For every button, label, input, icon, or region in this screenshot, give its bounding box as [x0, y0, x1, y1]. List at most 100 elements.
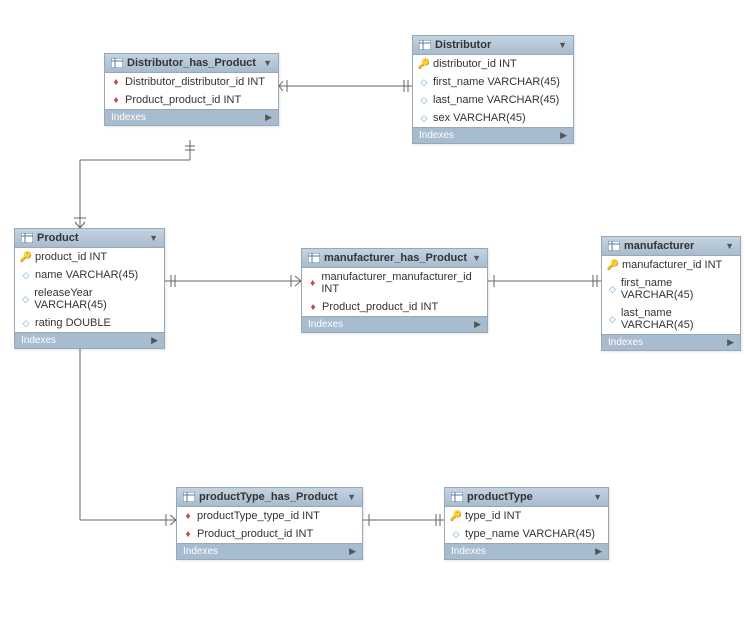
- column-row[interactable]: 🔑manufacturer_id INT: [602, 256, 740, 274]
- column-row[interactable]: ◇ last_name VARCHAR(45): [602, 304, 740, 334]
- fk-key-icon: ♦: [308, 278, 317, 289]
- chevron-right-icon[interactable]: ▶: [560, 130, 567, 141]
- column-row[interactable]: ♦ manufacturer_manufacturer_id INT: [302, 268, 487, 298]
- entity-header[interactable]: Distributor_has_Product ▼: [105, 54, 278, 73]
- entity-footer[interactable]: Indexes▶: [602, 334, 740, 350]
- column-icon: ◇: [608, 284, 617, 295]
- column-name: rating DOUBLE: [35, 317, 111, 329]
- column-row[interactable]: ◇ releaseYear VARCHAR(45): [15, 284, 164, 314]
- column-name: type_id INT: [465, 510, 521, 522]
- entity-columns: 🔑manufacturer_id INT ◇ first_name VARCHAR…: [602, 256, 740, 334]
- column-name: distributor_id INT: [433, 58, 517, 70]
- column-icon: ◇: [21, 294, 30, 305]
- entity-footer[interactable]: Indexes▶: [15, 332, 164, 348]
- entity-footer[interactable]: Indexes ▶: [302, 316, 487, 332]
- table-icon: [111, 58, 123, 68]
- entity-columns: 🔑distributor_id INT ◇ first_name VARCHAR(…: [413, 55, 573, 127]
- indexes-label: Indexes: [451, 546, 486, 557]
- column-row[interactable]: ◇ first_name VARCHAR(45): [602, 274, 740, 304]
- column-name: manufacturer_manufacturer_id INT: [321, 271, 481, 295]
- column-row[interactable]: ◇ first_name VARCHAR(45): [413, 73, 573, 91]
- chevron-down-icon[interactable]: ▼: [593, 492, 602, 502]
- entity-title: productType: [467, 491, 533, 503]
- chevron-right-icon[interactable]: ▶: [265, 112, 272, 123]
- entity-footer[interactable]: Indexes ▶: [445, 543, 608, 559]
- entity-header[interactable]: manufacturer_has_Product ▼: [302, 249, 487, 268]
- entity-header[interactable]: Product ▼: [15, 229, 164, 248]
- entity-header[interactable]: productType_has_Product ▼: [177, 488, 362, 507]
- column-name: Distributor_distributor_id INT: [125, 76, 265, 88]
- column-icon: ◇: [451, 529, 461, 540]
- fk-key-icon: ♦: [183, 511, 193, 522]
- entity-title: Distributor: [435, 39, 491, 51]
- table-icon: [308, 253, 320, 263]
- entity-title: Product: [37, 232, 79, 244]
- chevron-down-icon[interactable]: ▼: [263, 58, 272, 68]
- column-row[interactable]: 🔑distributor_id INT: [413, 55, 573, 73]
- indexes-label: Indexes: [419, 130, 454, 141]
- column-name: sex VARCHAR(45): [433, 112, 526, 124]
- table-icon: [183, 492, 195, 502]
- column-row[interactable]: ◇rating DOUBLE: [15, 314, 164, 332]
- chevron-right-icon[interactable]: ▶: [349, 546, 356, 557]
- column-name: releaseYear VARCHAR(45): [34, 287, 158, 311]
- entity-header[interactable]: manufacturer ▼: [602, 237, 740, 256]
- column-row[interactable]: ◇name VARCHAR(45): [15, 266, 164, 284]
- chevron-down-icon[interactable]: ▼: [725, 241, 734, 251]
- chevron-right-icon[interactable]: ▶: [474, 319, 481, 330]
- chevron-down-icon[interactable]: ▼: [472, 253, 481, 263]
- chevron-right-icon[interactable]: ▶: [595, 546, 602, 557]
- chevron-down-icon[interactable]: ▼: [558, 40, 567, 50]
- entity-manufacturer[interactable]: manufacturer ▼ 🔑manufacturer_id INT ◇ fir…: [601, 236, 741, 351]
- column-row[interactable]: 🔑 product_id INT: [15, 248, 164, 266]
- table-icon: [451, 492, 463, 502]
- column-name: name VARCHAR(45): [35, 269, 138, 281]
- entity-columns: ♦ Distributor_distributor_id INT ♦Product…: [105, 73, 278, 109]
- entity-title: manufacturer_has_Product: [324, 252, 467, 264]
- entity-producttype[interactable]: productType ▼ 🔑type_id INT ◇type_name VA…: [444, 487, 609, 560]
- entity-producttype-has-product[interactable]: productType_has_Product ▼ ♦ productType_t…: [176, 487, 363, 560]
- column-name: product_id INT: [35, 251, 107, 263]
- column-name: first_name VARCHAR(45): [621, 277, 734, 301]
- column-icon: ◇: [419, 77, 429, 88]
- entity-manufacturer-has-product[interactable]: manufacturer_has_Product ▼ ♦ manufacturer…: [301, 248, 488, 333]
- chevron-right-icon[interactable]: ▶: [727, 337, 734, 348]
- chevron-down-icon[interactable]: ▼: [347, 492, 356, 502]
- fk-key-icon: ♦: [111, 95, 121, 106]
- entity-columns: 🔑 product_id INT ◇name VARCHAR(45) ◇ relea…: [15, 248, 164, 332]
- column-row[interactable]: ◇type_name VARCHAR(45): [445, 525, 608, 543]
- entity-footer[interactable]: Indexes ▶: [413, 127, 573, 143]
- column-name: productType_type_id INT: [197, 510, 320, 522]
- entity-title: Distributor_has_Product: [127, 57, 256, 69]
- fk-key-icon: ♦: [183, 529, 193, 540]
- column-row[interactable]: ♦ Product_product_id INT: [177, 525, 362, 543]
- entity-distributor[interactable]: Distributor ▼ 🔑distributor_id INT ◇ first…: [412, 35, 574, 144]
- entity-product[interactable]: Product ▼ 🔑product_id INT ◇name VARCHAR(…: [14, 228, 165, 349]
- column-row[interactable]: ♦Product_product_id INT: [105, 91, 278, 109]
- chevron-right-icon[interactable]: ▶: [151, 335, 158, 346]
- column-name: last_name VARCHAR(45): [621, 307, 734, 331]
- entity-columns: 🔑type_id INT ◇type_name VARCHAR(45): [445, 507, 608, 543]
- entity-title: productType_has_Product: [199, 491, 338, 503]
- column-row[interactable]: 🔑type_id INT: [445, 507, 608, 525]
- indexes-label: Indexes: [308, 319, 343, 330]
- column-row[interactable]: ♦ Distributor_distributor_id INT: [105, 73, 278, 91]
- column-name: first_name VARCHAR(45): [433, 76, 560, 88]
- entity-header[interactable]: productType ▼: [445, 488, 608, 507]
- column-icon: ◇: [608, 314, 617, 325]
- column-row[interactable]: ♦ productType_type_id INT: [177, 507, 362, 525]
- pk-key-icon: 🔑: [21, 252, 31, 263]
- column-row[interactable]: ◇last_name VARCHAR(45): [413, 91, 573, 109]
- entity-footer[interactable]: Indexes▶: [105, 109, 278, 125]
- column-icon: ◇: [419, 95, 429, 106]
- entity-footer[interactable]: Indexes▶: [177, 543, 362, 559]
- fk-key-icon: ♦: [111, 77, 121, 88]
- entity-distributor-has-product[interactable]: Distributor_has_Product ▼ ♦ Distributor_d…: [104, 53, 279, 126]
- entity-header[interactable]: Distributor ▼: [413, 36, 573, 55]
- er-diagram-canvas: Distributor_has_Product ▼ ♦ Distributor_d…: [0, 0, 745, 618]
- entity-columns: ♦ productType_type_id INT ♦ Product_produc…: [177, 507, 362, 543]
- column-row[interactable]: ◇sex VARCHAR(45): [413, 109, 573, 127]
- column-row[interactable]: ♦Product_product_id INT: [302, 298, 487, 316]
- column-name: Product_product_id INT: [197, 528, 313, 540]
- chevron-down-icon[interactable]: ▼: [149, 233, 158, 243]
